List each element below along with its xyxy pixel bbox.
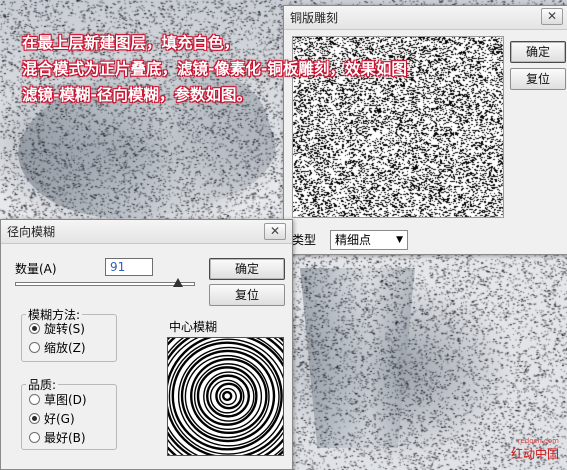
amount-slider[interactable] (15, 278, 195, 287)
mezzotint-dialog: 铜版雕刻 确定 复位 类型 精细点 ▼ (283, 5, 567, 255)
radio-best-label: 最好(B) (44, 431, 86, 445)
mezzotint-type-value: 精细点 (335, 233, 372, 247)
radial-ok-button[interactable]: 确定 (209, 258, 285, 280)
mezzotint-title: 铜版雕刻 (290, 11, 339, 25)
caption-line-2: 混合模式为正片叠底，滤镜-像素化-铜板雕刻，效果如图 (22, 60, 407, 78)
radio-best-indicator (29, 432, 40, 443)
amount-slider-thumb[interactable] (172, 278, 183, 287)
blur-center-ring (193, 363, 263, 431)
mezzotint-type-label: 类型 (292, 233, 317, 247)
radio-spin[interactable]: 旋转(S) (29, 320, 85, 338)
radial-blur-titlebar[interactable]: 径向模糊 ✕ (1, 220, 292, 244)
radio-best[interactable]: 最好(B) (29, 429, 86, 447)
radio-good-label: 好(G) (44, 412, 75, 426)
radio-good-indicator (29, 413, 40, 424)
blur-center-ring (206, 374, 250, 418)
radio-draft-label: 草图(D) (44, 393, 87, 407)
blur-center-preview[interactable] (167, 337, 284, 456)
radial-blur-dialog: 径向模糊 ✕ 数量(A) 91 确定 复位 模糊方法: 旋转(S) 缩放(Z) … (0, 219, 293, 470)
caption-line-1: 在最上层新建图层，填充白色， (22, 34, 240, 52)
blur-center-ring (222, 390, 233, 402)
radio-zoom-indicator (29, 342, 40, 353)
tutorial-caption: 在最上层新建图层，填充白色， 混合模式为正片叠底，滤镜-像素化-铜板雕刻，效果如… (22, 30, 407, 108)
radio-good[interactable]: 好(G) (29, 410, 75, 428)
amount-label: 数量(A) (15, 262, 57, 276)
radio-spin-indicator (29, 323, 40, 334)
radio-zoom-label: 缩放(Z) (44, 341, 86, 355)
watermark: redocn.com 红动中国 (511, 437, 559, 462)
mezzotint-titlebar[interactable]: 铜版雕刻 (284, 6, 567, 30)
mezzotint-reset-button[interactable]: 复位 (510, 68, 566, 90)
amount-input[interactable]: 91 (105, 258, 153, 276)
close-icon[interactable]: ✕ (264, 223, 286, 240)
watermark-url: redocn.com (517, 437, 559, 445)
chevron-down-icon: ▼ (396, 235, 403, 245)
radio-draft[interactable]: 草图(D) (29, 391, 87, 409)
watermark-name: 红动中国 (510, 447, 559, 461)
mezzotint-ok-button[interactable]: 确定 (510, 41, 566, 63)
radio-draft-indicator (29, 394, 40, 405)
caption-line-3: 滤镜-模糊-径向模糊，参数如图。 (22, 86, 252, 104)
blur-center-label: 中心模糊 (169, 320, 218, 334)
radio-spin-label: 旋转(S) (44, 322, 85, 336)
mezzotint-type-row: 类型 精细点 ▼ (292, 229, 408, 251)
close-icon[interactable]: ✕ (541, 8, 563, 25)
radial-reset-button[interactable]: 复位 (209, 284, 285, 306)
mezzotint-type-select[interactable]: 精细点 ▼ (330, 230, 408, 250)
radio-zoom[interactable]: 缩放(Z) (29, 339, 86, 357)
blur-center-rings (168, 338, 283, 455)
radial-blur-title: 径向模糊 (7, 225, 56, 239)
blur-center-ring (177, 346, 280, 447)
